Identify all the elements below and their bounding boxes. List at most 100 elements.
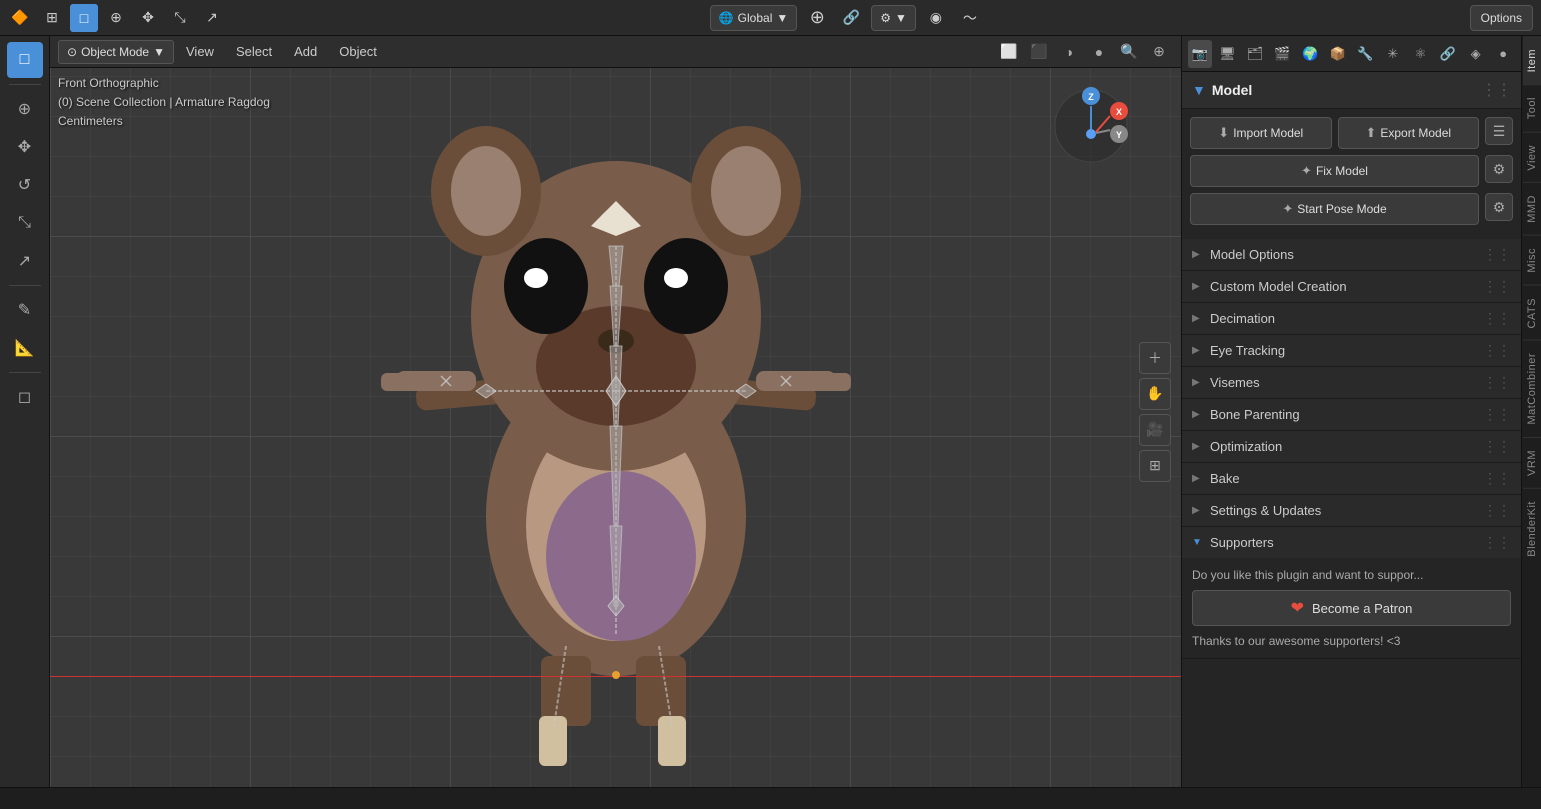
gizmo[interactable]: Z Y X [1051, 86, 1131, 166]
visemes-header[interactable]: ▶ Visemes ⋮⋮ [1182, 367, 1521, 398]
move-topbar-btn[interactable]: ✥ [134, 4, 162, 32]
grab-btn[interactable]: ✋ [1139, 378, 1171, 410]
material-shading-btn[interactable]: ◑ [1055, 38, 1083, 66]
import-model-button[interactable]: ⬇ Import Model [1190, 117, 1332, 149]
model-options-dots: ⋮⋮ [1483, 246, 1511, 263]
side-tab-view[interactable]: View [1523, 132, 1541, 183]
cursor-topbar-btn[interactable]: ⊕ [102, 4, 130, 32]
rotate-tool[interactable]: ↺ [7, 167, 43, 203]
snap-dropdown[interactable]: ⚙ ▼ [871, 5, 916, 31]
snap-btn[interactable]: 🔗 [837, 4, 865, 32]
rendered-shading-btn[interactable]: ● [1085, 38, 1113, 66]
support-text: Do you like this plugin and want to supp… [1192, 568, 1511, 582]
data-btn[interactable]: ◈ [1464, 40, 1488, 68]
scale-topbar-btn[interactable]: ⤡ [166, 4, 194, 32]
fix-model-settings-btn[interactable]: ⚙ [1485, 155, 1513, 183]
optimization-header[interactable]: ▶ Optimization ⋮⋮ [1182, 431, 1521, 462]
add-cube-tool[interactable]: ◻ [7, 379, 43, 415]
import-icon: ⬇ [1218, 125, 1229, 141]
export-model-button[interactable]: ⬆ Export Model [1338, 117, 1480, 149]
particles-btn[interactable]: ✳ [1381, 40, 1405, 68]
bake-section: ▶ Bake ⋮⋮ [1182, 463, 1521, 495]
constraints-btn[interactable]: 🔗 [1436, 40, 1460, 68]
visemes-section: ▶ Visemes ⋮⋮ [1182, 367, 1521, 399]
material-btn[interactable]: ● [1491, 40, 1515, 68]
annotate-tool[interactable]: ✎ [7, 292, 43, 328]
modifier-btn[interactable]: 🔧 [1353, 40, 1377, 68]
blender-logo-btn[interactable]: 🔶 [6, 4, 34, 32]
search-btn[interactable]: 🔍 [1115, 38, 1143, 66]
move-tool[interactable]: ✥ [7, 129, 43, 165]
svg-text:X: X [1116, 107, 1122, 117]
add-menu[interactable]: Add [284, 40, 327, 63]
side-tab-mmd[interactable]: MMD [1523, 182, 1541, 235]
render-properties-btn[interactable]: 📷 [1188, 40, 1212, 68]
editor-type-btn[interactable]: ⊞ [38, 4, 66, 32]
measure-tool[interactable]: 📐 [7, 330, 43, 366]
transform-orientation-dropdown[interactable]: 🌐 Global ▼ [710, 5, 798, 31]
side-tab-blenderkit[interactable]: BlenderKit [1523, 488, 1541, 569]
select-menu[interactable]: Select [226, 40, 282, 63]
eye-tracking-header[interactable]: ▶ Eye Tracking ⋮⋮ [1182, 335, 1521, 366]
svg-text:Y: Y [1116, 130, 1122, 140]
view-menu[interactable]: View [176, 40, 224, 63]
transform-tool[interactable]: ↗ [7, 243, 43, 279]
overlay-btn[interactable]: ◉ [922, 4, 950, 32]
character-svg [366, 86, 866, 766]
right-panel: 📷 🖥 🗂 🎬 🌍 📦 🔧 ✳ ⚛ 🔗 ◈ ● ▼ Model ⋮⋮ [1181, 36, 1541, 787]
grid-btn[interactable]: ⊞ [1139, 450, 1171, 482]
pivot-btn[interactable]: ⊕ [803, 4, 831, 32]
view-layer-btn[interactable]: 🗂 [1243, 40, 1267, 68]
options-button[interactable]: Options [1470, 5, 1533, 31]
decimation-section: ▶ Decimation ⋮⋮ [1182, 303, 1521, 335]
orientation-icon: 🌐 [719, 11, 734, 25]
pose-icon: ✦ [1282, 201, 1293, 217]
settings-updates-header[interactable]: ▶ Settings & Updates ⋮⋮ [1182, 495, 1521, 526]
side-tab-matcombiner[interactable]: MatCombiner [1523, 340, 1541, 437]
viewport[interactable]: ⊙ Object Mode ▼ View Select Add Object ⬜… [50, 36, 1181, 787]
model-options-menu-btn[interactable]: ☰ [1485, 117, 1513, 145]
supporters-arrow: ▼ [1192, 537, 1204, 548]
top-bar-center: 🌐 Global ▼ ⊕ 🔗 ⚙ ▼ ◉ 〜 [232, 4, 1462, 32]
shading-btn[interactable]: 〜 [956, 4, 984, 32]
supporters-header[interactable]: ▼ Supporters ⋮⋮ [1182, 527, 1521, 558]
cursor-tool[interactable]: ⊕ [7, 91, 43, 127]
optimization-dots: ⋮⋮ [1483, 438, 1511, 455]
physics-btn[interactable]: ⚛ [1409, 40, 1433, 68]
pose-settings-btn[interactable]: ⚙ [1485, 193, 1513, 221]
select-box-tool[interactable]: □ [7, 42, 43, 78]
side-tab-misc[interactable]: Misc [1523, 235, 1541, 285]
scene-properties-btn[interactable]: 🎬 [1271, 40, 1295, 68]
object-menu[interactable]: Object [329, 40, 387, 63]
side-tab-vrm[interactable]: VRM [1523, 437, 1541, 488]
fix-model-button[interactable]: ✦ Fix Model [1190, 155, 1479, 187]
start-pose-mode-button[interactable]: ✦ Start Pose Mode [1190, 193, 1479, 225]
side-tab-tool[interactable]: Tool [1523, 84, 1541, 131]
world-btn[interactable]: 🌍 [1298, 40, 1322, 68]
viewport-overlay-btn[interactable]: ⊕ [1145, 38, 1173, 66]
become-patron-button[interactable]: ❤ Become a Patron [1192, 590, 1511, 626]
side-tab-cats[interactable]: CATS [1523, 285, 1541, 341]
custom-model-creation-header[interactable]: ▶ Custom Model Creation ⋮⋮ [1182, 271, 1521, 302]
side-tab-item[interactable]: Item [1523, 36, 1541, 84]
mode-icon: ⊙ [67, 45, 77, 59]
decimation-header[interactable]: ▶ Decimation ⋮⋮ [1182, 303, 1521, 334]
solid-shading-btn[interactable]: ⬛ [1025, 38, 1053, 66]
fix-icon: ✦ [1301, 163, 1312, 179]
bone-parenting-dots: ⋮⋮ [1483, 406, 1511, 423]
scale-tool[interactable]: ⤡ [7, 205, 43, 241]
object-properties-btn[interactable]: 📦 [1326, 40, 1350, 68]
zoom-in-btn[interactable]: ＋ [1139, 342, 1171, 374]
mode-dropdown[interactable]: ⊙ Object Mode ▼ [58, 40, 174, 64]
wireframe-shading-btn[interactable]: ⬜ [995, 38, 1023, 66]
eye-tracking-arrow: ▶ [1192, 345, 1204, 356]
model-options-header[interactable]: ▶ Model Options ⋮⋮ [1182, 239, 1521, 270]
transform-topbar-btn[interactable]: ↗ [198, 4, 226, 32]
model-section-header[interactable]: ▼ Model ⋮⋮ [1182, 72, 1521, 109]
select-box-topbar-btn[interactable]: □ [70, 4, 98, 32]
optimization-arrow: ▶ [1192, 441, 1204, 452]
bake-header[interactable]: ▶ Bake ⋮⋮ [1182, 463, 1521, 494]
bone-parenting-header[interactable]: ▶ Bone Parenting ⋮⋮ [1182, 399, 1521, 430]
output-properties-btn[interactable]: 🖥 [1216, 40, 1240, 68]
camera-btn[interactable]: 🎥 [1139, 414, 1171, 446]
